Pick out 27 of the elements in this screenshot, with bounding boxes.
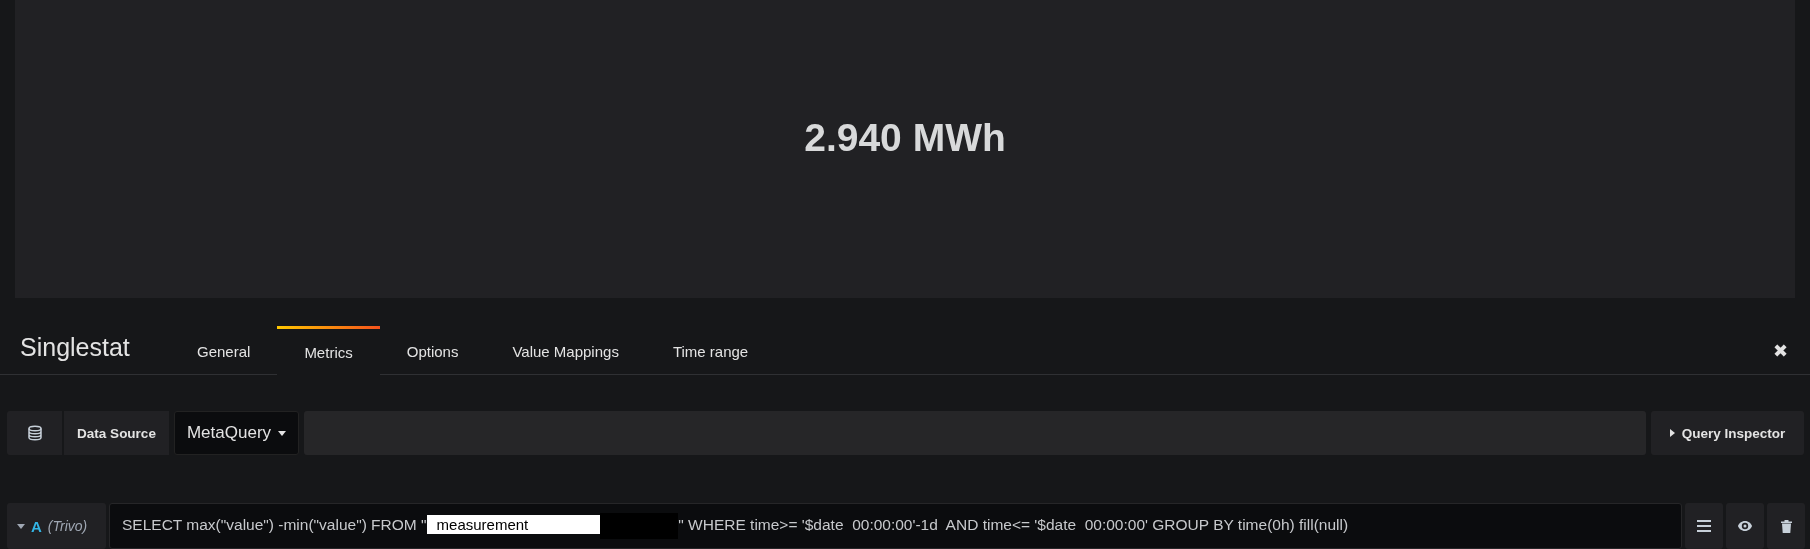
data-source-label: Data Source [64, 411, 169, 455]
trash-icon [1780, 519, 1792, 533]
tab[interactable]: General [170, 327, 278, 375]
tab[interactable]: Metrics [277, 326, 380, 375]
query-text: SELECT max("value") -min("value") FROM " measurement " WHERE time>= '$date 00:00:00'-1d AND time<= '$date 00:00:00' GROUP BY time(0h) fill(null) [122, 513, 1349, 539]
tab[interactable]: Time range [645, 327, 776, 375]
eye-button[interactable] [1726, 503, 1764, 549]
data-source-dropdown[interactable]: MetaQuery [174, 411, 299, 455]
database-button[interactable] [7, 411, 62, 455]
caret-icon [1669, 429, 1675, 437]
caret-icon[interactable] [17, 523, 25, 529]
query-header[interactable]: A (Trivo) [7, 503, 106, 549]
caret-icon [278, 430, 287, 436]
close-button[interactable]: ✖ [1773, 340, 1788, 362]
stat-value: 2.940 MWh [804, 116, 1006, 160]
menu-icon [1697, 520, 1711, 532]
menu-button[interactable] [1685, 503, 1723, 549]
database-icon [26, 425, 43, 441]
tab[interactable]: Options [379, 327, 486, 375]
query-source: (Trivo) [47, 518, 88, 534]
editor-title: Singlestat [19, 333, 131, 363]
query-letter: A [31, 517, 42, 535]
tab[interactable]: Value Mappings [485, 327, 646, 375]
eye-icon [1737, 520, 1753, 532]
query-inspector-button[interactable]: Query Inspector [1651, 411, 1804, 455]
delete-button[interactable] [1767, 503, 1805, 549]
query-field[interactable]: SELECT max("value") -min("value") FROM " measurement " WHERE time>= '$date 00:00:00'-1d AND time<= '$date 00:00:00' GROUP BY time(0h) fill(null) [109, 503, 1682, 549]
